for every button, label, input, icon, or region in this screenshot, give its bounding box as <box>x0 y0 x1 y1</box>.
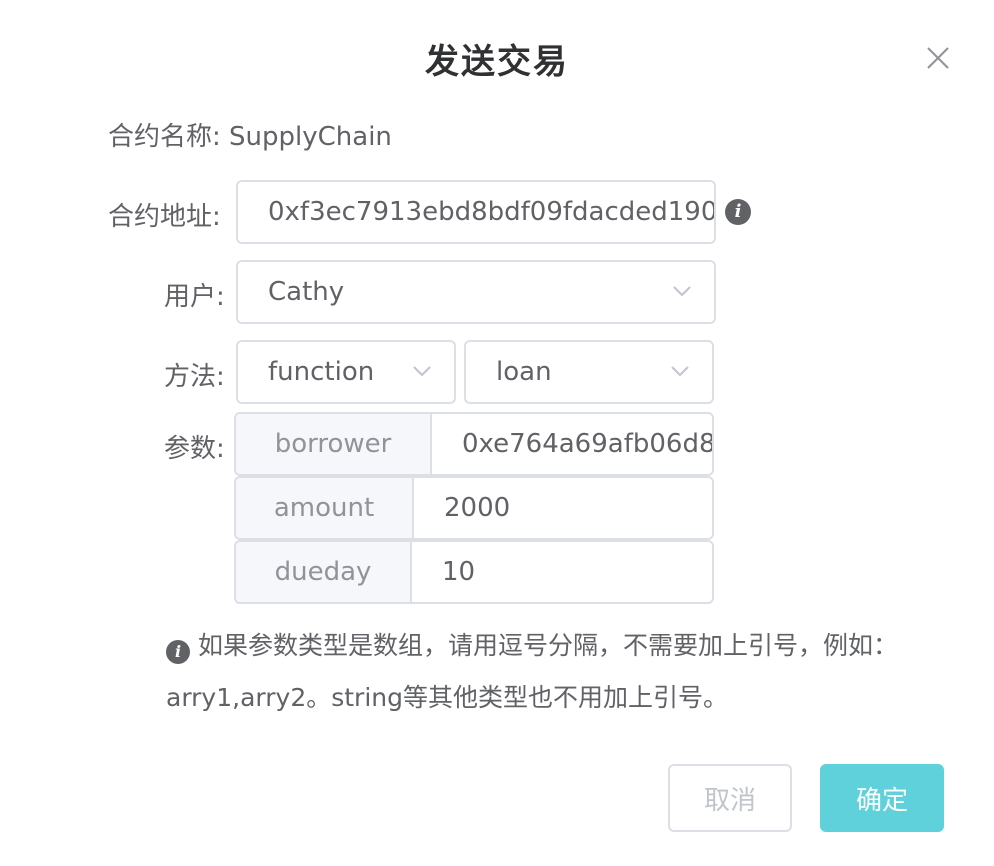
method-type-select[interactable]: function <box>236 340 456 404</box>
contract-name-value: SupplyChain <box>229 122 392 152</box>
method-name-select[interactable]: loan <box>464 340 714 404</box>
contract-name-label: 合约名称: <box>108 122 221 152</box>
cancel-button[interactable]: 取消 <box>668 764 792 832</box>
param-name: borrower <box>236 414 432 474</box>
param-name: amount <box>236 478 414 538</box>
info-icon: i <box>166 640 190 664</box>
method-type-value: function <box>268 357 375 387</box>
contract-address-input[interactable]: 0xf3ec7913ebd8bdf09fdacded190 <box>236 180 716 244</box>
param-value-input[interactable]: 2000 <box>414 478 712 538</box>
user-select[interactable]: Cathy <box>236 260 716 324</box>
contract-address-value: 0xf3ec7913ebd8bdf09fdacded190 <box>268 197 716 227</box>
confirm-button[interactable]: 确定 <box>820 764 944 832</box>
method-name-value: loan <box>496 357 552 387</box>
send-transaction-dialog: 发送交易 合约名称: SupplyChain 合约地址: 0xf3ec7913e… <box>0 0 994 866</box>
hint-text: 如果参数类型是数组，请用逗号分隔，不需要加上引号，例如：arry1,arry2。… <box>166 631 899 712</box>
param-row-amount: amount 2000 <box>234 476 714 540</box>
method-label: 方法: <box>164 362 225 392</box>
chevron-down-icon <box>671 366 689 377</box>
user-label: 用户: <box>164 282 225 312</box>
param-value-input[interactable]: 10 <box>412 542 712 602</box>
close-icon[interactable] <box>924 44 952 72</box>
dialog-title: 发送交易 <box>425 42 569 82</box>
param-value-input[interactable]: 0xe764a69afb06d8 <box>432 414 712 474</box>
chevron-down-icon <box>673 286 691 297</box>
contract-name-row: 合约名称: SupplyChain <box>108 116 392 153</box>
params-label: 参数: <box>164 434 225 464</box>
info-icon[interactable]: i <box>725 199 751 225</box>
contract-address-label: 合约地址: <box>108 202 221 232</box>
param-row-borrower: borrower 0xe764a69afb06d8 <box>234 412 714 476</box>
param-name: dueday <box>236 542 412 602</box>
param-row-dueday: dueday 10 <box>234 540 714 604</box>
hint-text-block: i 如果参数类型是数组，请用逗号分隔，不需要加上引号，例如：arry1,arry2… <box>166 620 946 724</box>
user-select-value: Cathy <box>268 277 345 307</box>
chevron-down-icon <box>413 366 431 377</box>
